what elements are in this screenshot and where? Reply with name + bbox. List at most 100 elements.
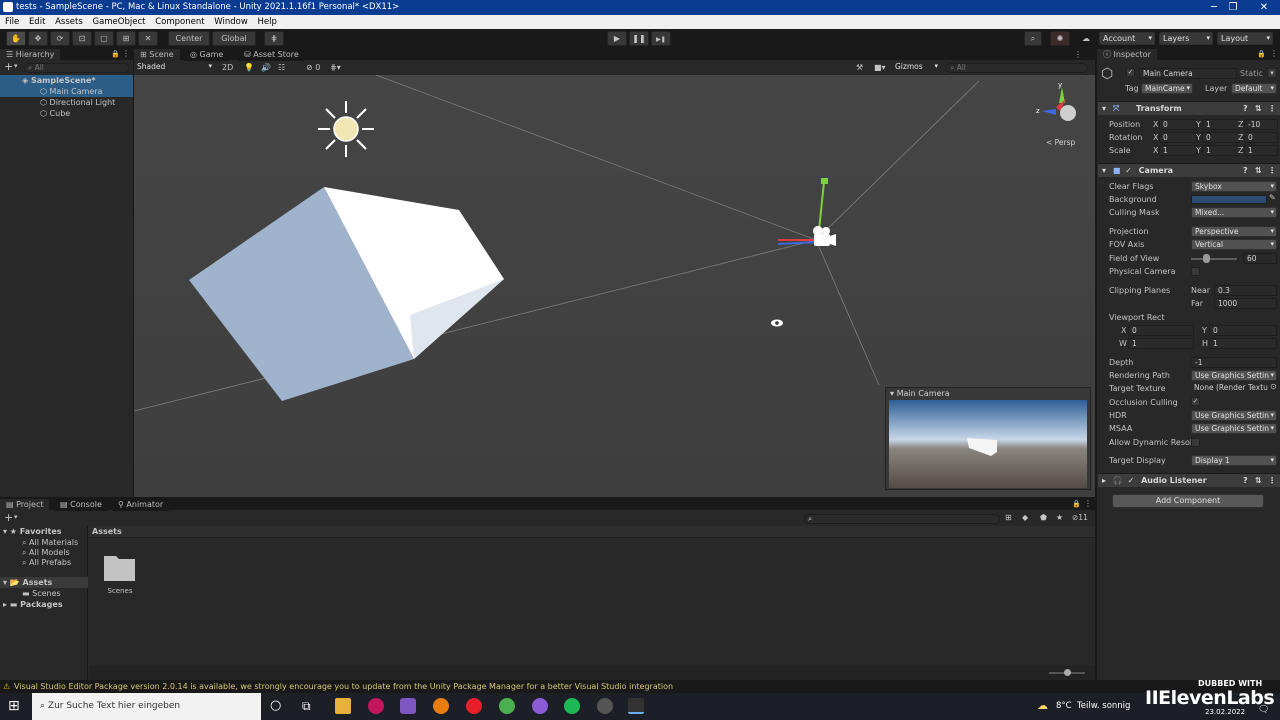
position-z-field[interactable]: -10 <box>1244 119 1278 130</box>
tree-favorites[interactable]: ▾ ★ Favorites <box>0 526 62 537</box>
presets-icon[interactable]: ⇅ <box>1255 474 1262 487</box>
audio-listener-header[interactable]: ▸ 🎧 ✓ Audio Listener ? ⇅ ⋮ <box>1098 473 1280 487</box>
notifications-icon[interactable]: 🗨 <box>1258 705 1269 715</box>
scale-tool-icon[interactable]: ⊡ <box>72 31 92 46</box>
hierarchy-scene-row[interactable]: ◈ SampleScene* <box>0 75 133 86</box>
blender-icon[interactable] <box>433 698 449 714</box>
help-icon[interactable]: ? <box>1243 102 1248 115</box>
presets-icon[interactable]: ⇅ <box>1255 102 1262 115</box>
weather-text[interactable]: 8°C Teilw. sonnig <box>1056 701 1130 711</box>
far-clip-field[interactable]: 1000 <box>1214 298 1277 309</box>
layers-dropdown[interactable]: Layers <box>1159 32 1213 45</box>
hand-tool-icon[interactable]: ✋ <box>6 31 26 46</box>
projection-dropdown[interactable]: Perspective <box>1191 226 1277 237</box>
gizmos-dropdown[interactable]: Gizmos <box>892 62 940 73</box>
icon-size-slider-thumb[interactable] <box>1064 669 1071 676</box>
physical-camera-checkbox[interactable] <box>1191 267 1200 276</box>
tag-dropdown[interactable]: MainCame <box>1141 83 1193 94</box>
camera-settings-icon[interactable]: ■▾ <box>874 62 886 73</box>
eyedropper-icon[interactable]: ✎ <box>1269 193 1276 202</box>
fov-axis-dropdown[interactable]: Vertical <box>1191 239 1277 250</box>
rotation-x-field[interactable]: 0 <box>1159 132 1197 143</box>
near-clip-field[interactable]: 0.3 <box>1214 285 1277 296</box>
tools-icon[interactable]: ⚒ <box>856 62 863 73</box>
rotation-z-field[interactable]: 0 <box>1244 132 1278 143</box>
effects-icon[interactable]: ☷ <box>278 62 285 73</box>
opera-gx-icon[interactable] <box>368 698 384 714</box>
target-texture-field[interactable]: None (Render Textu <box>1191 383 1271 394</box>
tab-game[interactable]: ◎ Game <box>184 49 230 61</box>
unity-hub-icon[interactable] <box>597 698 613 714</box>
scene-viewport[interactable]: z y < Persp ▾ Main Camera <box>134 75 1095 497</box>
close-button[interactable]: ✕ <box>1244 0 1280 15</box>
object-picker-icon[interactable]: ⊙ <box>1270 382 1277 391</box>
layout-dropdown[interactable]: Layout <box>1217 32 1273 45</box>
presets-icon[interactable]: ⇅ <box>1255 164 1262 177</box>
scale-z-field[interactable]: 1 <box>1244 145 1278 156</box>
msaa-dropdown[interactable]: Use Graphics Settin <box>1191 423 1277 434</box>
dynamic-resolution-checkbox[interactable] <box>1191 438 1200 447</box>
taskbar-search-input[interactable]: ⌕ Zur Suche Text hier eingeben <box>32 693 261 720</box>
scale-y-field[interactable]: 1 <box>1202 145 1240 156</box>
menu-file[interactable]: File <box>5 17 19 27</box>
spotify-icon[interactable] <box>564 698 580 714</box>
position-y-field[interactable]: 1 <box>1202 119 1240 130</box>
step-button[interactable]: ▶❚ <box>651 31 671 46</box>
discord-icon[interactable] <box>532 698 548 714</box>
account-dropdown[interactable]: Account <box>1099 32 1155 45</box>
mode-2d-toggle[interactable]: 2D <box>222 62 233 73</box>
rect-tool-icon[interactable]: ▢ <box>94 31 114 46</box>
lock-icon[interactable]: 🔒 <box>1072 500 1081 508</box>
hierarchy-item-directional-light[interactable]: ⬡ Directional Light <box>0 97 133 108</box>
viewport-x-field[interactable]: 0 <box>1128 325 1194 336</box>
create-dropdown-icon[interactable]: ▾ <box>14 513 18 521</box>
search-icon[interactable]: ⌕ <box>1024 31 1042 46</box>
persp-label[interactable]: < Persp <box>1046 138 1075 147</box>
lighting-icon[interactable]: 💡 <box>244 62 254 73</box>
unity-icon[interactable] <box>628 698 644 714</box>
tab-animator[interactable]: ⚲ Animator <box>112 499 170 511</box>
pause-button[interactable]: ❚❚ <box>629 31 649 46</box>
menu-component[interactable]: Component <box>155 17 204 27</box>
custom-tool-icon[interactable]: ✕ <box>138 31 158 46</box>
audio-icon[interactable]: 🔊 <box>261 62 271 73</box>
active-checkbox[interactable]: ✓ <box>1126 68 1135 77</box>
viewport-y-field[interactable]: 0 <box>1209 325 1277 336</box>
viewport-w-field[interactable]: 1 <box>1128 338 1194 349</box>
depth-field[interactable]: -1 <box>1191 357 1277 368</box>
hierarchy-item-cube[interactable]: ⬡ Cube <box>0 108 133 119</box>
component-menu-icon[interactable]: ⋮ <box>1268 164 1276 177</box>
fov-slider-thumb[interactable] <box>1203 254 1211 263</box>
panel-menu-icon[interactable]: ⋮ <box>122 49 130 58</box>
fov-value-field[interactable]: 60 <box>1243 253 1277 264</box>
lock-icon[interactable]: 🔒 <box>111 50 120 58</box>
component-menu-icon[interactable]: ⋮ <box>1268 102 1276 115</box>
layer-dropdown[interactable]: Default <box>1231 83 1277 94</box>
tab-scene[interactable]: ⊞ Scene <box>134 49 180 61</box>
hidden-objects-icon[interactable]: ⊘ 0 <box>306 62 320 73</box>
shading-mode-dropdown[interactable]: Shaded <box>134 62 214 73</box>
menu-window[interactable]: Window <box>214 17 248 27</box>
asset-folder-scenes[interactable]: Scenes <box>101 550 139 602</box>
panel-menu-icon[interactable]: ⋮ <box>1074 50 1082 59</box>
label-tag-icon[interactable]: ⬟ <box>1040 513 1047 522</box>
chrome-icon[interactable] <box>499 698 515 714</box>
create-plus-icon[interactable]: + <box>4 61 13 73</box>
tab-project[interactable]: ▤ Project <box>0 499 50 511</box>
cloud-icon[interactable]: ☁ <box>1078 31 1094 46</box>
scale-x-field[interactable]: 1 <box>1159 145 1197 156</box>
tab-inspector[interactable]: ⓘ Inspector <box>1097 49 1157 61</box>
status-bar[interactable]: ⚠ Visual Studio Editor Package version 2… <box>0 680 1097 693</box>
favorite-star-icon[interactable]: ★ <box>1056 513 1063 522</box>
enabled-checkbox[interactable]: ✓ <box>1125 166 1132 175</box>
help-icon[interactable]: ? <box>1243 474 1248 487</box>
help-icon[interactable]: ? <box>1243 164 1248 177</box>
panel-menu-icon[interactable]: ⋮ <box>1270 49 1278 58</box>
snap-grid-icon[interactable]: ⋕ <box>264 31 284 46</box>
grid-icon[interactable]: ⋕▾ <box>330 62 341 73</box>
opera-icon[interactable] <box>466 698 482 714</box>
taskbar-date[interactable]: 23.02.2022 <box>1205 708 1245 716</box>
menu-help[interactable]: Help <box>257 17 276 27</box>
cortana-icon[interactable]: ○ <box>270 698 281 714</box>
fov-slider-track[interactable] <box>1191 258 1237 260</box>
